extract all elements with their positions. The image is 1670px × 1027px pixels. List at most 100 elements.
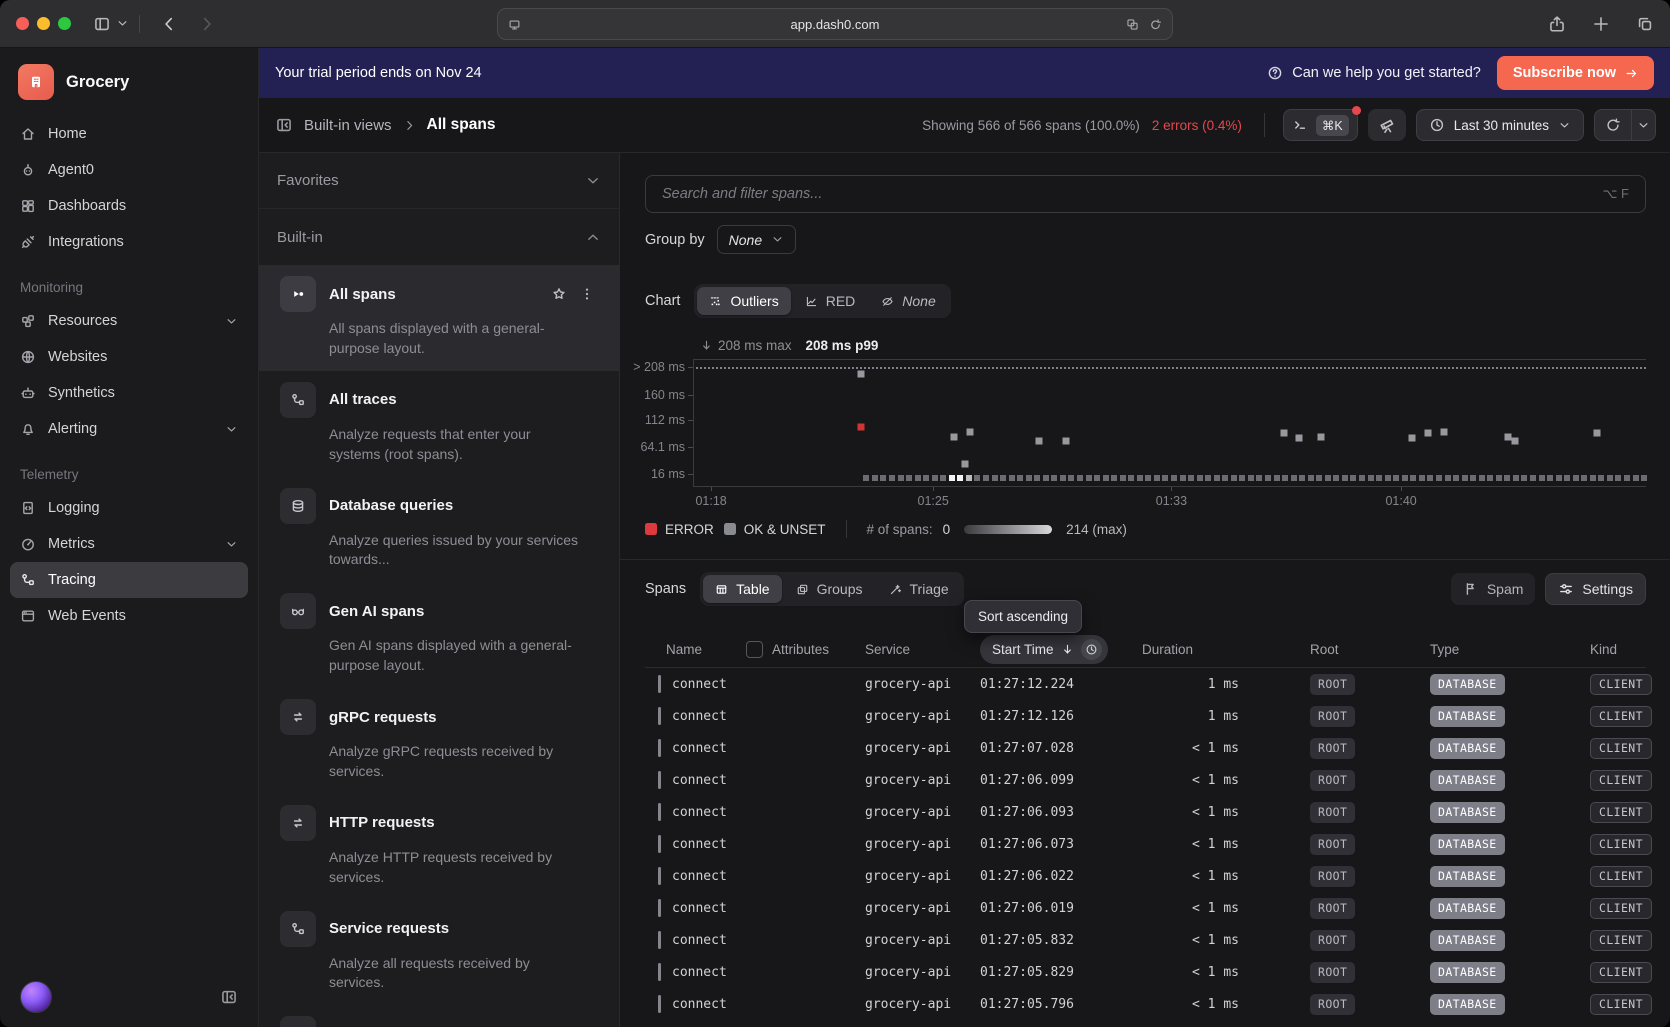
density-data-point[interactable] — [1060, 475, 1066, 481]
density-data-point[interactable] — [1496, 475, 1502, 481]
ok-data-point[interactable] — [1511, 437, 1518, 444]
table-row[interactable]: connectgrocery-api01:27:06.099< 1 msROOT… — [645, 764, 1646, 796]
density-data-point[interactable] — [1000, 475, 1006, 481]
attributes-checkbox[interactable] — [746, 641, 763, 658]
density-data-point[interactable] — [1624, 475, 1630, 481]
ok-data-point[interactable] — [857, 371, 864, 378]
ok-data-point[interactable] — [962, 460, 969, 467]
density-data-point[interactable] — [1590, 475, 1596, 481]
density-data-point[interactable] — [1137, 475, 1143, 481]
density-data-point[interactable] — [906, 475, 912, 481]
density-data-point[interactable] — [957, 475, 963, 481]
density-data-point[interactable] — [1222, 475, 1228, 481]
favorites-section-header[interactable]: Favorites — [259, 153, 619, 209]
density-data-point[interactable] — [1256, 475, 1262, 481]
density-data-point[interactable] — [1385, 475, 1391, 481]
ok-data-point[interactable] — [1035, 437, 1042, 444]
translate-icon[interactable] — [1126, 18, 1139, 31]
density-data-point[interactable] — [1120, 475, 1126, 481]
browser-back-icon[interactable] — [160, 15, 178, 33]
density-data-point[interactable] — [1547, 475, 1553, 481]
star-icon[interactable] — [551, 286, 567, 302]
column-start-time-sort[interactable]: Start Time — [980, 635, 1108, 664]
column-kind[interactable]: Kind — [1573, 642, 1646, 657]
spam-button[interactable]: Spam — [1451, 573, 1536, 605]
density-data-point[interactable] — [1051, 475, 1057, 481]
tab-spans-table[interactable]: Table — [703, 575, 781, 603]
ok-data-point[interactable] — [1296, 435, 1303, 442]
density-data-point[interactable] — [974, 475, 980, 481]
ok-data-point[interactable] — [967, 428, 974, 435]
command-palette-button[interactable]: ⌘K — [1283, 109, 1358, 141]
density-data-point[interactable] — [1607, 475, 1613, 481]
view-item-all-traces[interactable]: All tracesAnalyze requests that enter yo… — [259, 371, 619, 477]
sidebar-item-home[interactable]: Home — [10, 116, 248, 152]
density-data-point[interactable] — [1248, 475, 1254, 481]
density-data-point[interactable] — [1598, 475, 1604, 481]
density-data-point[interactable] — [1556, 475, 1562, 481]
density-data-point[interactable] — [1376, 475, 1382, 481]
density-data-point[interactable] — [1077, 475, 1083, 481]
refresh-options-button[interactable] — [1631, 110, 1655, 140]
ok-data-point[interactable] — [1318, 433, 1325, 440]
density-data-point[interactable] — [940, 475, 946, 481]
zoom-window-button[interactable] — [58, 17, 71, 30]
sidebar-item-synthetics[interactable]: Synthetics — [10, 375, 248, 411]
legend-ok[interactable]: OK & UNSET — [724, 522, 826, 537]
tab-chart-none[interactable]: None — [869, 287, 947, 315]
browser-sidebar-icon[interactable] — [93, 15, 111, 33]
density-data-point[interactable] — [1350, 475, 1356, 481]
refresh-button[interactable] — [1595, 110, 1631, 140]
density-data-point[interactable] — [1453, 475, 1459, 481]
view-item-http-requests[interactable]: HTTP requestsAnalyze HTTP requests recei… — [259, 794, 619, 900]
column-type[interactable]: Type — [1413, 642, 1573, 657]
density-data-point[interactable] — [1308, 475, 1314, 481]
density-data-point[interactable] — [966, 475, 972, 481]
table-row[interactable]: connectgrocery-api01:27:05.829< 1 msROOT… — [645, 956, 1646, 988]
density-data-point[interactable] — [1359, 475, 1365, 481]
density-data-point[interactable] — [1581, 475, 1587, 481]
error-data-point[interactable] — [857, 423, 864, 430]
ok-data-point[interactable] — [1408, 435, 1415, 442]
density-data-point[interactable] — [1231, 475, 1237, 481]
density-data-point[interactable] — [1633, 475, 1639, 481]
density-data-point[interactable] — [1171, 475, 1177, 481]
close-window-button[interactable] — [16, 17, 29, 30]
sidebar-item-dashboards[interactable]: Dashboards — [10, 188, 248, 224]
density-data-point[interactable] — [1111, 475, 1117, 481]
density-data-point[interactable] — [992, 475, 998, 481]
density-data-point[interactable] — [1368, 475, 1374, 481]
table-row[interactable]: connectgrocery-api01:27:05.796< 1 msROOT… — [645, 988, 1646, 1020]
sidebar-item-metrics[interactable]: Metrics — [10, 526, 248, 562]
density-data-point[interactable] — [1009, 475, 1015, 481]
ok-data-point[interactable] — [1594, 429, 1601, 436]
user-avatar[interactable] — [20, 981, 52, 1013]
density-data-point[interactable] — [1043, 475, 1049, 481]
density-data-point[interactable] — [1017, 475, 1023, 481]
new-tab-icon[interactable] — [1592, 15, 1610, 33]
density-data-point[interactable] — [1470, 475, 1476, 481]
density-data-point[interactable] — [1573, 475, 1579, 481]
density-data-point[interactable] — [1086, 475, 1092, 481]
density-data-point[interactable] — [880, 475, 886, 481]
ok-data-point[interactable] — [1281, 429, 1288, 436]
sidebar-item-agent0[interactable]: Agent0 — [10, 152, 248, 188]
group-by-select[interactable]: None — [717, 225, 796, 254]
density-data-point[interactable] — [1265, 475, 1271, 481]
density-data-point[interactable] — [889, 475, 895, 481]
density-data-point[interactable] — [1239, 475, 1245, 481]
column-root[interactable]: Root — [1243, 642, 1413, 657]
tab-chart-outliers[interactable]: Outliers — [697, 287, 790, 315]
table-row[interactable]: connectgrocery-api01:27:07.028< 1 msROOT… — [645, 732, 1646, 764]
density-data-point[interactable] — [1530, 475, 1536, 481]
density-data-point[interactable] — [1068, 475, 1074, 481]
view-item-synthetic-monitoring-tra-[interactable]: Synthetic monitoring tra...Synthetic mon… — [259, 1005, 619, 1027]
ok-data-point[interactable] — [1424, 429, 1431, 436]
time-column-icon[interactable] — [1081, 639, 1102, 660]
tab-overview-icon[interactable] — [1636, 15, 1654, 33]
density-data-point[interactable] — [1539, 475, 1545, 481]
time-range-picker[interactable]: Last 30 minutes — [1416, 109, 1584, 141]
density-data-point[interactable] — [1188, 475, 1194, 481]
density-data-point[interactable] — [1333, 475, 1339, 481]
density-data-point[interactable] — [923, 475, 929, 481]
